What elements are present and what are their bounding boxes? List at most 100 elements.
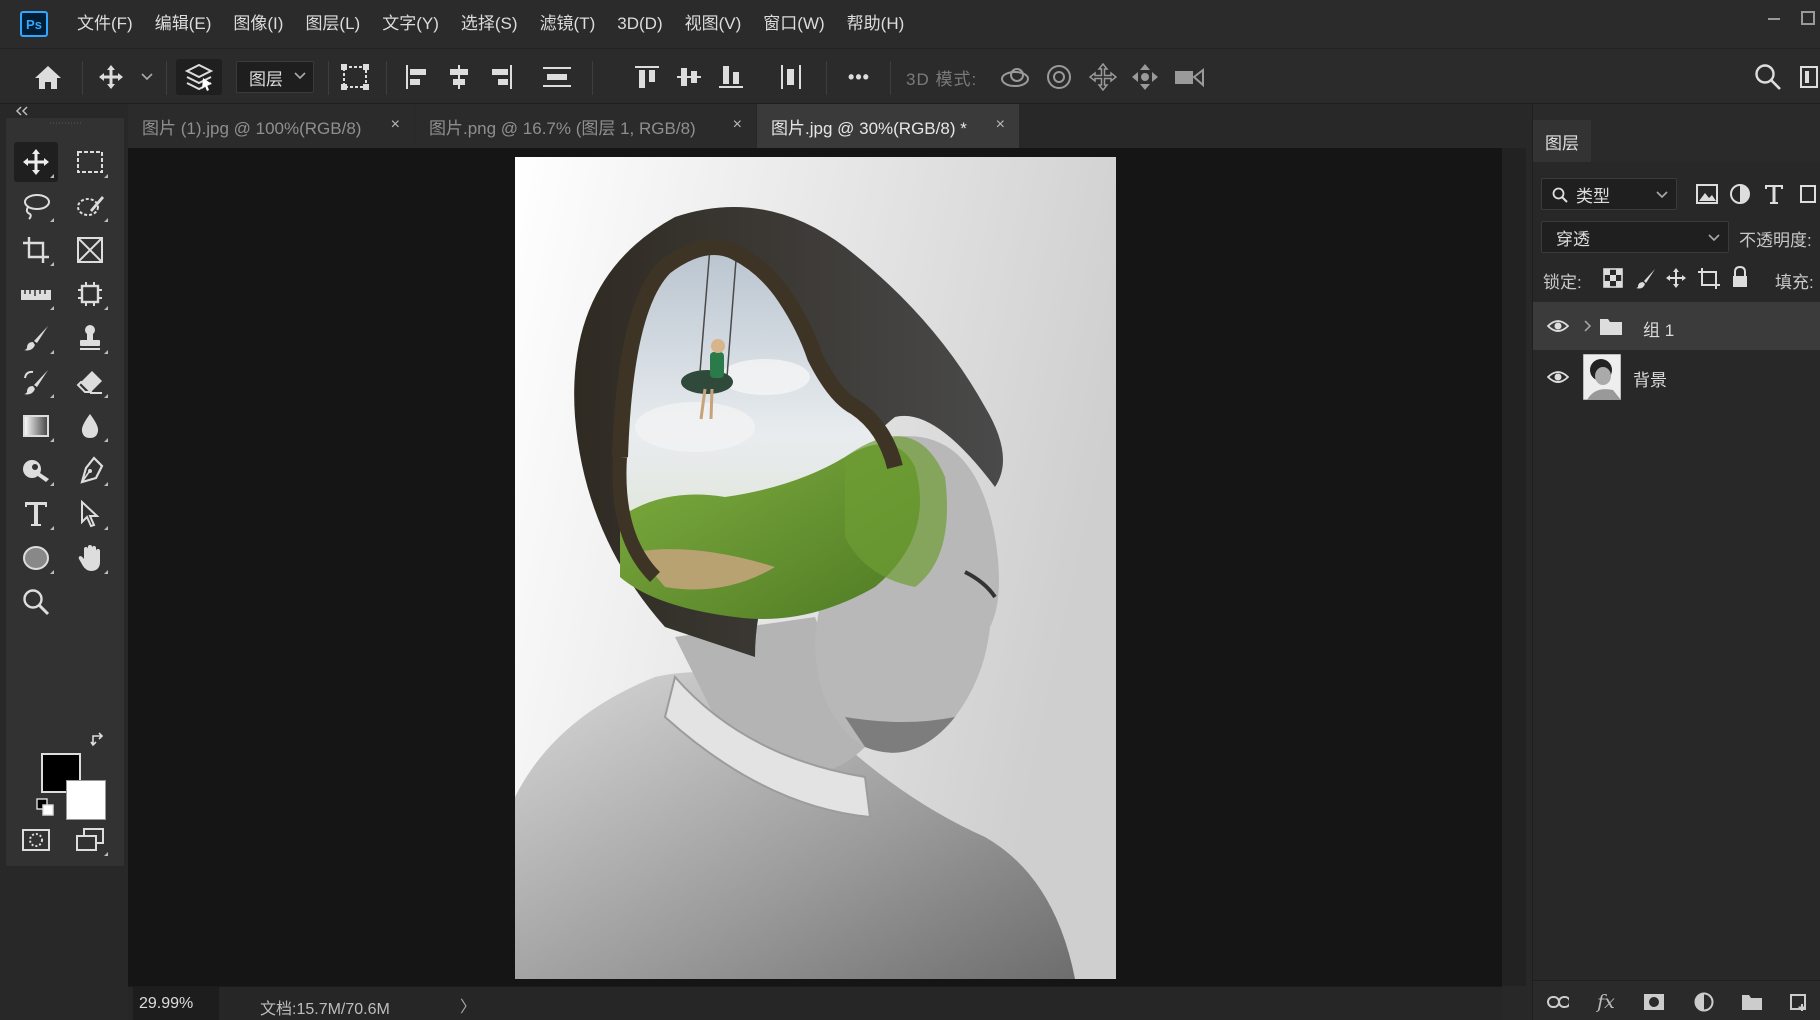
search-button[interactable] — [1752, 63, 1784, 91]
close-icon[interactable]: × — [391, 116, 400, 134]
history-brush-tool[interactable] — [14, 362, 58, 402]
tab-document-3[interactable]: 图片.jpg @ 30%(RGB/8) * × — [757, 104, 1019, 148]
stamp-tool[interactable] — [68, 318, 112, 358]
chevron-right-icon[interactable] — [1583, 320, 1593, 332]
3d-drag-button[interactable] — [1088, 63, 1118, 91]
close-icon[interactable]: × — [996, 116, 1005, 134]
align-vcenter-button[interactable] — [674, 63, 704, 91]
align-hcenter-button[interactable] — [444, 63, 474, 91]
background-color-swatch[interactable] — [66, 780, 106, 820]
align-bottom-button[interactable] — [716, 63, 746, 91]
pen-tool[interactable] — [68, 450, 112, 490]
align-top-button[interactable] — [632, 63, 662, 91]
tab-layers[interactable]: 图层 — [1533, 120, 1591, 162]
path-selection-tool[interactable] — [68, 494, 112, 534]
vertical-scrollbar[interactable] — [1502, 148, 1526, 986]
menu-layer[interactable]: 图层(L) — [294, 0, 371, 48]
align-left-button[interactable] — [402, 63, 432, 91]
menu-3d[interactable]: 3D(D) — [606, 0, 673, 48]
eye-icon[interactable] — [1547, 318, 1569, 334]
minimize-icon[interactable] — [1766, 14, 1782, 30]
home-button[interactable] — [30, 63, 66, 91]
gradient-tool[interactable] — [14, 406, 58, 446]
menu-help[interactable]: 帮助(H) — [836, 0, 916, 48]
document-image[interactable] — [515, 157, 1116, 979]
transform-controls-button[interactable] — [338, 63, 372, 91]
collapse-panel-icon[interactable] — [14, 106, 30, 116]
maximize-icon[interactable] — [1800, 10, 1816, 26]
new-group-button[interactable] — [1741, 991, 1763, 1013]
fx-icon[interactable]: fx — [1595, 991, 1617, 1013]
crop-tool[interactable] — [14, 230, 58, 270]
lock-transparent-icon[interactable] — [1603, 268, 1623, 288]
3d-orbit-icon — [1001, 68, 1029, 87]
zoom-level-field[interactable]: 29.99% — [133, 987, 219, 1020]
blur-tool[interactable] — [68, 406, 112, 446]
type-tool[interactable] — [14, 494, 58, 534]
filter-adjustment-icon[interactable] — [1729, 183, 1751, 205]
auto-select-toggle[interactable] — [176, 59, 222, 95]
swap-colors-icon[interactable] — [90, 732, 106, 748]
3d-roll-button[interactable] — [1044, 63, 1074, 91]
panel-grip[interactable] — [50, 120, 82, 126]
rectangular-marquee-tool[interactable] — [68, 142, 112, 182]
add-mask-button[interactable] — [1643, 991, 1665, 1013]
layer-row-group-1[interactable]: 组 1 — [1533, 302, 1820, 350]
tab-document-2[interactable]: 图片.png @ 16.7% (图层 1, RGB/8) × — [415, 104, 756, 148]
3d-orbit-button[interactable] — [998, 63, 1032, 91]
status-menu-button[interactable]: 〉 — [460, 993, 476, 1017]
lock-artboard-icon[interactable] — [1697, 267, 1721, 289]
fill-label: 填充: — [1775, 273, 1814, 292]
lock-position-icon[interactable] — [1665, 267, 1687, 289]
tab-document-1[interactable]: 图片 (1).jpg @ 100%(RGB/8) × — [128, 104, 414, 148]
filter-pixel-icon[interactable] — [1695, 183, 1719, 205]
menu-select[interactable]: 选择(S) — [450, 0, 529, 48]
lasso-tool[interactable] — [14, 186, 58, 226]
content-aware-tool[interactable] — [68, 274, 112, 314]
filter-type-icon[interactable] — [1763, 183, 1785, 205]
ellipse-tool[interactable] — [14, 538, 58, 578]
workspace-button[interactable] — [1798, 63, 1820, 91]
menu-view[interactable]: 视图(V) — [674, 0, 753, 48]
auto-select-target-dropdown[interactable]: 图层 — [236, 61, 314, 93]
menu-file[interactable]: 文件(F) — [66, 0, 144, 48]
layer-row-background[interactable]: 背景 — [1533, 350, 1820, 404]
document-tabs: 图片 (1).jpg @ 100%(RGB/8) × 图片.png @ 16.7… — [128, 104, 1502, 148]
distribute-vertical-button[interactable] — [540, 63, 574, 91]
default-colors-icon[interactable] — [36, 798, 54, 816]
move-tool[interactable] — [14, 142, 58, 182]
eye-icon[interactable] — [1547, 369, 1569, 385]
quick-mask-button[interactable] — [14, 820, 58, 860]
zoom-tool[interactable] — [14, 582, 58, 622]
hand-tool[interactable] — [68, 538, 112, 578]
eraser-tool[interactable] — [68, 362, 112, 402]
distribute-horizontal-button[interactable] — [776, 63, 806, 91]
filter-shape-icon[interactable] — [1797, 183, 1819, 205]
menu-edit[interactable]: 编辑(E) — [144, 0, 223, 48]
menu-filter[interactable]: 滤镜(T) — [529, 0, 607, 48]
lock-all-icon[interactable] — [1731, 266, 1749, 288]
layer-kind-filter[interactable]: 类型 — [1541, 178, 1677, 210]
menu-window[interactable]: 窗口(W) — [752, 0, 835, 48]
ruler-tool[interactable] — [14, 274, 58, 314]
brush-tool[interactable] — [14, 318, 58, 358]
more-options-button[interactable]: ••• — [842, 63, 876, 91]
new-adjustment-button[interactable] — [1693, 991, 1715, 1013]
dodge-tool[interactable] — [14, 450, 58, 490]
screen-mode-button[interactable] — [68, 820, 112, 860]
quick-selection-tool[interactable] — [68, 186, 112, 226]
menu-type[interactable]: 文字(Y) — [371, 0, 450, 48]
link-layers-button[interactable] — [1547, 991, 1569, 1013]
3d-scale-button[interactable] — [1172, 63, 1206, 91]
preset-dropdown[interactable] — [140, 63, 154, 91]
close-icon[interactable]: × — [733, 116, 742, 134]
tab-title: 图片.png @ 16.7% (图层 1, RGB/8) — [429, 118, 696, 138]
blend-mode-dropdown[interactable]: 穿透 — [1541, 221, 1729, 253]
frame-tool[interactable] — [68, 230, 112, 270]
3d-slide-button[interactable] — [1130, 63, 1160, 91]
align-right-button[interactable] — [486, 63, 516, 91]
new-layer-button[interactable] — [1787, 991, 1809, 1013]
lock-pixels-icon[interactable] — [1635, 267, 1657, 289]
menu-image[interactable]: 图像(I) — [222, 0, 294, 48]
move-tool-preset[interactable] — [96, 63, 126, 91]
